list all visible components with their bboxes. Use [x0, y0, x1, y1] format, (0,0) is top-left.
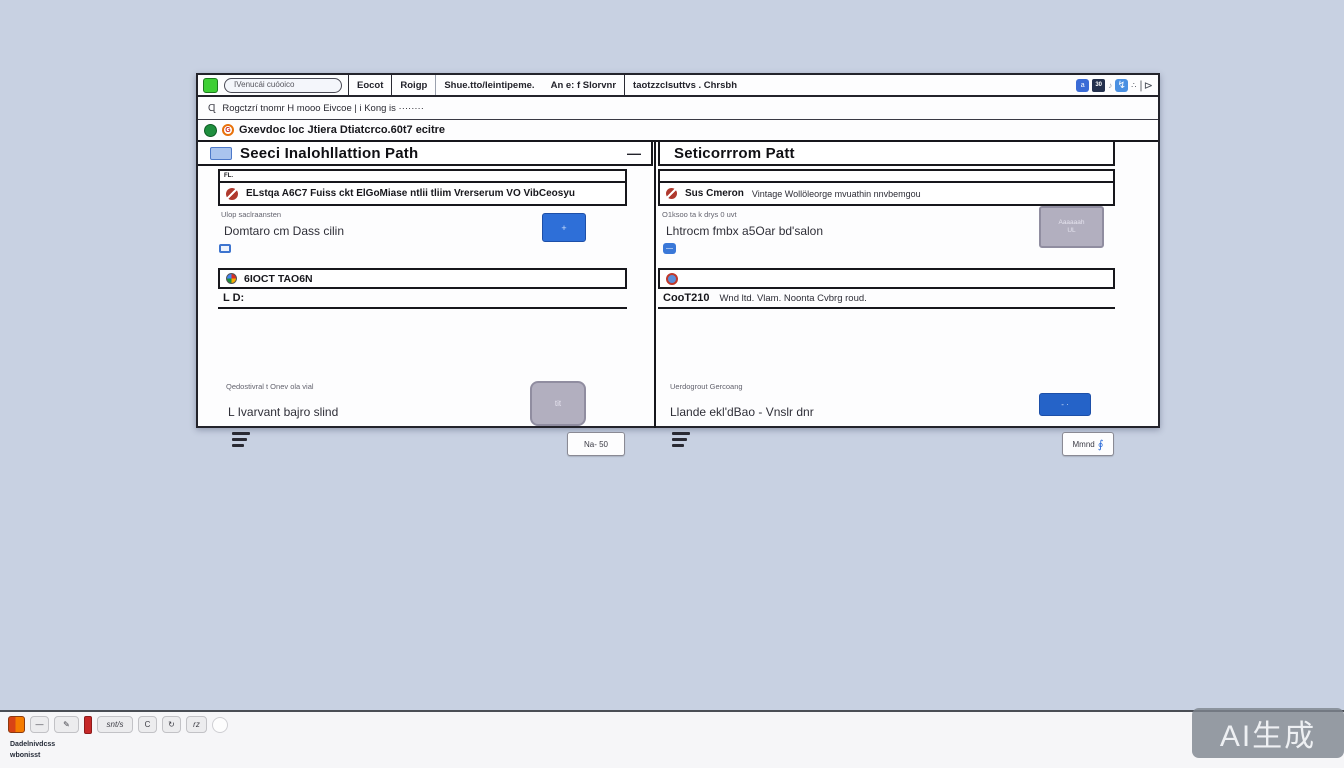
right-browse-button[interactable]: ‑ ·: [1039, 393, 1091, 416]
dialog-content: Seeci Inalohllattion Path — FL. ELstqa A…: [198, 142, 1158, 428]
orange-site-icon[interactable]: G: [222, 124, 234, 136]
left-subtext-1: Ulop saclraansten: [221, 210, 281, 219]
right-source-heading-rest: Vintage Wollöleorge mvuathin nnvbemgou: [752, 189, 921, 199]
right-gray-button[interactable]: Aaaaaah UL: [1039, 206, 1104, 248]
taskbar-speed-button[interactable]: snt/s: [97, 716, 133, 733]
right-drive-row[interactable]: CooT210 Wnd ltd. Vlam. Noonta Cvbrg roud…: [658, 289, 1115, 309]
left-source-tab[interactable]: FL.: [220, 171, 625, 183]
minimize-button[interactable]: —: [627, 145, 641, 161]
taskbar-rz-button[interactable]: rz: [186, 716, 207, 733]
footer-text: Dadelnivdcss wbonisst: [10, 739, 55, 761]
check-glyph-icon: ∮: [1098, 438, 1104, 451]
warning-site-icon: [666, 188, 677, 199]
forward-arrow-icon[interactable]: ∣⊳: [1138, 79, 1153, 92]
ai-generated-watermark: AI生成: [1192, 708, 1344, 758]
flash-icon[interactable]: ↯: [1115, 79, 1128, 92]
taskbar-app-orange-icon[interactable]: [8, 716, 25, 733]
taskbar-minimize-button[interactable]: —: [30, 716, 49, 733]
right-drive-label-rest: Wnd ltd. Vlam. Noonta Cvbrg roud.: [719, 293, 866, 304]
right-drive-label-bold: CooT210: [663, 292, 709, 304]
left-hamburger-icon[interactable]: [232, 432, 250, 447]
cursor-icon: ∴: [1131, 81, 1135, 90]
left-browse-button[interactable]: +: [542, 213, 586, 242]
folder-icon: [210, 147, 232, 160]
left-drive-row[interactable]: L D:: [218, 289, 627, 309]
left-panel-header: Seeci Inalohllattion Path —: [198, 142, 653, 166]
right-gray-button-line2: UL: [1067, 227, 1075, 235]
taskbar-strip: — ✎ snt/s C ↻ rz Dadelnivdcss wbonisst: [0, 710, 1344, 768]
menu-item-file[interactable]: Eocot: [348, 75, 391, 95]
taskbar-c-button[interactable]: C: [138, 716, 157, 733]
right-subtext-2: Uerdogrout Gercoang: [670, 382, 743, 391]
left-section2-header: 6IOCT TAO6N: [218, 268, 627, 289]
taskbar: — ✎ snt/s C ↻ rz: [0, 712, 1344, 734]
audio-icon: ♪: [1108, 81, 1112, 90]
green-site-icon[interactable]: [204, 124, 217, 137]
left-source-row[interactable]: ELstqa A6C7 Fuiss ckt ElGoMiase ntlii tl…: [220, 183, 625, 204]
menu-bar: Eocot Roigp Shue.tto/Ieintipeme. An e: f…: [348, 75, 745, 95]
right-next-label: Mmnd: [1073, 440, 1095, 449]
right-source-tab: [660, 171, 1113, 183]
footer-line-1: Dadelnivdcss: [10, 739, 55, 750]
right-hamburger-icon[interactable]: [672, 432, 690, 447]
address-field[interactable]: IVenucái cuóoico: [224, 78, 342, 93]
left-main-text-1: Domtaro cm Dass cilin: [224, 224, 344, 238]
left-gray-button[interactable]: tit: [530, 381, 586, 426]
right-subtext-1: O1ksoo ta k drys 0 uvt: [662, 210, 737, 219]
right-main-text-2: Llande ekl'dBao - Vnslr dnr: [670, 405, 814, 419]
right-source-box: Sus Cmeron Vintage Wollöleorge mvuathin …: [658, 169, 1115, 206]
app-badge-icon[interactable]: a: [1076, 79, 1089, 92]
taskbar-circle-button[interactable]: [212, 717, 228, 733]
info-bar-text: Rogctzrí tnomr H mooo Eivcoe | i Kong is…: [222, 103, 423, 114]
right-source-row[interactable]: Sus Cmeron Vintage Wollöleorge mvuathin …: [660, 183, 1113, 204]
bookmark-bar: G Gxevdoc loc Jtiera Dtiatcrco.60t7 ecit…: [198, 120, 1158, 142]
menu-item-edit[interactable]: Roigp: [391, 75, 435, 95]
left-checkbox[interactable]: [219, 244, 231, 253]
info-bar: Ɋ Rogctzrí tnomr H mooo Eivcoe | i Kong …: [198, 97, 1158, 120]
left-subtext-2: Qedostivral t Onev ola vial: [226, 382, 314, 391]
right-source-heading-bold: Sus Cmeron: [685, 188, 744, 199]
right-gray-button-line1: Aaaaaah: [1058, 219, 1084, 227]
right-checkbox[interactable]: —: [663, 243, 676, 254]
sd-card-icon[interactable]: 30: [1092, 79, 1105, 92]
bookmark-bar-text: Gxevdoc loc Jtiera Dtiatcrco.60t7 ecitre: [239, 124, 445, 136]
chrome-icon: [226, 273, 237, 284]
right-panel-header: Seticorrrom Patt: [658, 142, 1115, 166]
menu-item-help[interactable]: taotzzclsuttvs . Chrsbh: [624, 75, 745, 95]
left-section2-heading: 6IOCT TAO6N: [244, 273, 313, 285]
left-source-box: FL. ELstqa A6C7 Fuiss ckt ElGoMiase ntli…: [218, 169, 627, 206]
menu-item-view[interactable]: Shue.tto/Ieintipeme.: [435, 75, 542, 95]
right-panel-title: Seticorrrom Patt: [674, 145, 795, 162]
right-main-text-1: Lhtrocm fmbx a5Oar bd'salon: [666, 224, 823, 238]
taskbar-pen-icon[interactable]: ✎: [54, 716, 79, 733]
left-panel-title: Seeci Inalohllattion Path: [240, 145, 418, 162]
menu-item-tools[interactable]: An e: f Slorvnr: [543, 75, 624, 95]
footer-line-2: wbonisst: [10, 750, 55, 761]
search-person-icon: Ɋ: [208, 103, 215, 114]
right-section2-header: [658, 268, 1115, 289]
app-launcher-icon[interactable]: [203, 78, 218, 93]
right-next-button[interactable]: Mmnd ∮: [1062, 432, 1114, 456]
taskbar-red-indicator: [84, 716, 92, 734]
browser-toolbar: IVenucái cuóoico Eocot Roigp Shue.tto/Ie…: [198, 75, 1158, 97]
blocked-site-icon: [226, 188, 238, 200]
panel-divider: [654, 142, 656, 428]
left-drive-label: L D:: [223, 292, 244, 304]
left-source-heading: ELstqa A6C7 Fuiss ckt ElGoMiase ntlii tl…: [246, 188, 575, 199]
globe-icon[interactable]: [666, 273, 678, 285]
installer-window: IVenucái cuóoico Eocot Roigp Shue.tto/Ie…: [196, 73, 1160, 428]
toolbar-icon-group: a 30 ♪ ↯ ∴ ∣⊳: [1076, 79, 1153, 92]
left-next-button[interactable]: Na- 50: [567, 432, 625, 456]
taskbar-refresh-button[interactable]: ↻: [162, 716, 181, 733]
left-main-text-2: L Ivarvant bajro slind: [228, 405, 338, 419]
